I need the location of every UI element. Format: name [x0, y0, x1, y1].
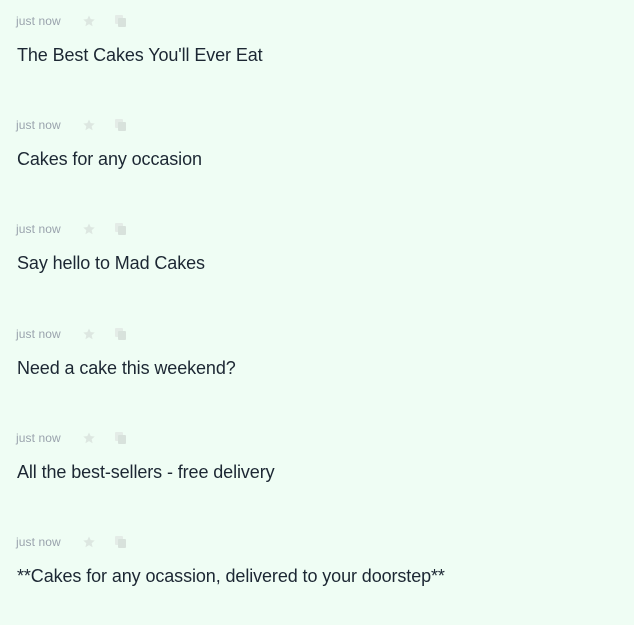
list-item: just now All the best-sellers - free del… — [0, 417, 634, 521]
copy-icon[interactable] — [112, 429, 130, 447]
headline-text[interactable]: Need a cake this weekend? — [17, 358, 236, 379]
copy-icon[interactable] — [112, 325, 130, 343]
copy-icon[interactable] — [112, 533, 130, 551]
headline-text[interactable]: Cakes for any occasion — [17, 149, 202, 170]
timestamp: just now — [16, 430, 61, 445]
timestamp: just now — [16, 222, 61, 237]
list-item: just now **Cakes for any ocassion, deliv… — [0, 521, 634, 625]
star-icon[interactable] — [80, 12, 98, 30]
copy-icon[interactable] — [112, 12, 130, 30]
item-meta: just now — [16, 428, 130, 448]
headline-text[interactable]: Say hello to Mad Cakes — [17, 253, 205, 274]
copy-icon[interactable] — [112, 220, 130, 238]
list-item: just now Say hello to Mad Cakes — [0, 208, 634, 312]
star-icon[interactable] — [80, 325, 98, 343]
headline-text[interactable]: **Cakes for any ocassion, delivered to y… — [17, 566, 445, 587]
item-meta: just now — [16, 11, 130, 31]
star-icon[interactable] — [80, 533, 98, 551]
star-icon[interactable] — [80, 429, 98, 447]
timestamp: just now — [16, 14, 61, 28]
headline-text[interactable]: All the best-sellers - free delivery — [17, 462, 275, 483]
list-item: just now Need a cake this weekend? — [0, 313, 634, 417]
list-item: just now The Best Cakes You'll Ever Eat — [0, 0, 634, 104]
item-meta: just now — [16, 324, 130, 344]
list-item: just now Cakes for any occasion — [0, 104, 634, 208]
item-meta: just now — [16, 115, 130, 135]
star-icon[interactable] — [80, 220, 98, 238]
star-icon[interactable] — [80, 116, 98, 134]
item-meta: just now — [16, 532, 130, 552]
headline-text[interactable]: The Best Cakes You'll Ever Eat — [17, 45, 263, 66]
copy-icon[interactable] — [112, 116, 130, 134]
timestamp: just now — [16, 326, 61, 341]
item-meta: just now — [16, 219, 130, 239]
timestamp: just now — [16, 534, 61, 549]
headline-list: just now The Best Cakes You'll Ever Eat … — [0, 0, 634, 625]
timestamp: just now — [16, 118, 61, 133]
